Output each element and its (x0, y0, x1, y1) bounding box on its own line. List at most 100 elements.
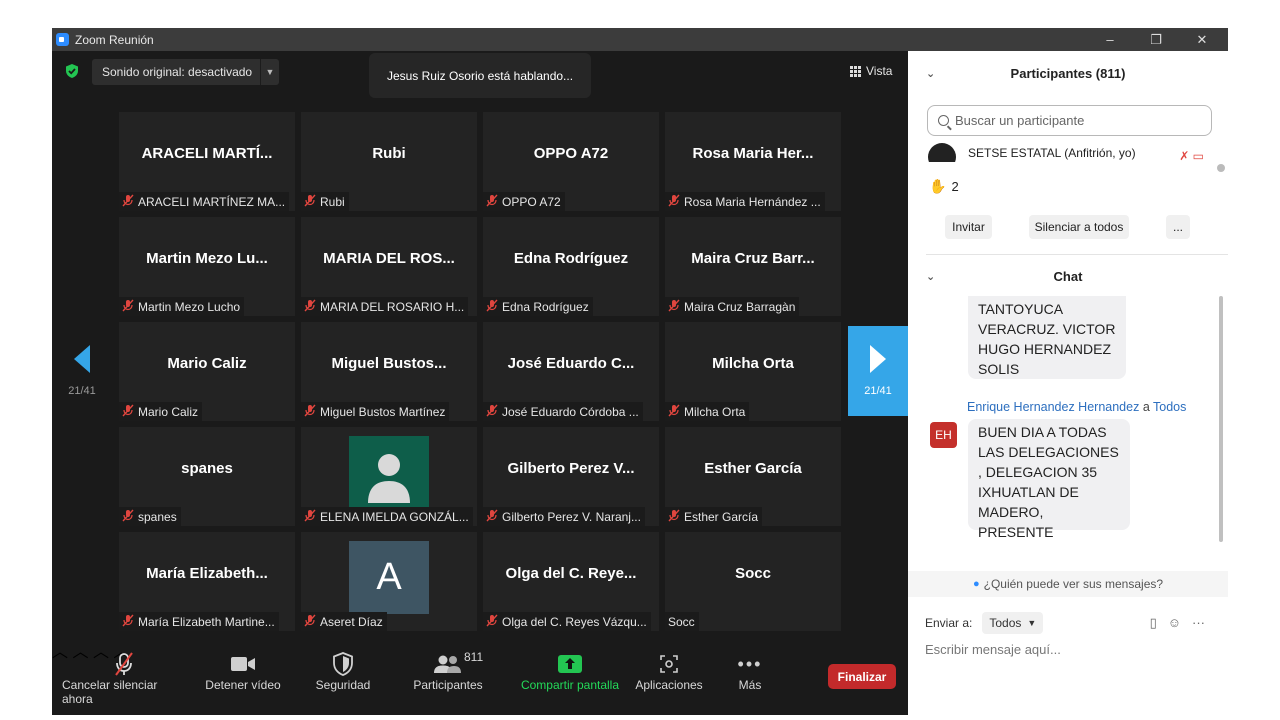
video-tile[interactable]: Esther García Esther García (665, 427, 841, 526)
unmute-label: Cancelar silenciar ahora (62, 678, 158, 706)
unmute-button[interactable]: Cancelar silenciar ahora (62, 650, 186, 706)
tile-display-name: Edna Rodríguez (513, 249, 629, 267)
chat-scrollbar[interactable] (1219, 296, 1223, 542)
chevron-down-icon[interactable]: ▼ (260, 59, 279, 85)
file-icon[interactable]: ▯ (1150, 615, 1157, 631)
next-page-button[interactable]: 21/41 (848, 326, 908, 416)
participants-count-badge: 811 (464, 650, 484, 664)
chat-sender-name[interactable]: Enrique Hernandez Hernandez (967, 400, 1139, 414)
security-shield-icon (332, 650, 354, 678)
view-label: Vista (866, 64, 893, 78)
raised-hands-indicator: ✋ 2 (929, 178, 959, 195)
view-button[interactable]: Vista (850, 64, 892, 78)
emoji-icon[interactable]: ☺ (1168, 615, 1181, 631)
video-tile[interactable]: Rubi Rubi (301, 112, 477, 211)
mic-muted-icon (668, 509, 680, 525)
security-button[interactable]: Seguridad (310, 650, 376, 692)
tile-caption-text: Rubi (320, 194, 345, 209)
apps-button[interactable]: Aplicaciones (632, 650, 706, 692)
mic-muted-icon (486, 404, 498, 420)
tile-caption-text: Mario Caliz (138, 404, 199, 419)
tile-name-caption: ARACELI MARTÍNEZ MA... (119, 192, 290, 211)
arrow-left-icon (74, 345, 90, 373)
video-tile[interactable]: ARACELI MARTÍ... ARACELI MARTÍNEZ MA... (119, 112, 295, 211)
original-sound-toggle[interactable]: Sonido original: desactivado ▼ (92, 59, 279, 85)
video-tile[interactable]: Milcha Orta Milcha Orta (665, 322, 841, 421)
apps-icon (659, 650, 679, 678)
video-tile[interactable]: spanes spanes (119, 427, 295, 526)
video-tile[interactable]: Rosa Maria Her... Rosa Maria Hernández ..… (665, 112, 841, 211)
chat-recipient[interactable]: Todos (1153, 400, 1186, 414)
security-label: Seguridad (315, 678, 371, 692)
send-to-select[interactable]: Todos ▼ (982, 612, 1044, 634)
video-tile[interactable]: María Elizabeth... María Elizabeth Martin… (119, 532, 295, 631)
mic-muted-icon (122, 299, 134, 315)
video-tile[interactable]: Martin Mezo Lu... Martin Mezo Lucho (119, 217, 295, 316)
video-tile[interactable]: Socc Socc (665, 532, 841, 631)
video-tile[interactable]: Mario Caliz Mario Caliz (119, 322, 295, 421)
mic-muted-icon[interactable]: ✗ ▭ (1179, 149, 1204, 162)
participant-row-host[interactable]: SETSE ESTATAL (Anfitrión, yo) ✗ ▭ (928, 143, 1218, 162)
minimize-button[interactable]: – (1087, 28, 1133, 51)
send-to-row: Enviar a: Todos ▼ (925, 612, 1044, 634)
video-camera-icon (230, 650, 256, 678)
person-icon: ● (972, 578, 980, 590)
tile-display-name: MARIA DEL ROS... (323, 249, 455, 267)
chat-message-input[interactable]: Escribir mensaje aquí... (925, 642, 1061, 657)
who-can-see-messages-link[interactable]: ● ¿Quién puede ver sus mensajes? (908, 571, 1228, 597)
video-tile[interactable]: A Aseret Díaz (301, 532, 477, 631)
tile-name-caption: María Elizabeth Martine... (119, 612, 279, 631)
tile-caption-text: Olga del C. Reyes Vázqu... (502, 614, 647, 629)
video-tile[interactable]: MARIA DEL ROS... MARIA DEL ROSARIO H... (301, 217, 477, 316)
collapse-chevron-icon[interactable]: ⌄ (926, 270, 935, 283)
avatar: EH (930, 422, 957, 448)
stop-video-button[interactable]: Detener vídeo (204, 650, 282, 692)
invite-button[interactable]: Invitar (945, 215, 992, 239)
video-tile[interactable]: OPPO A72 OPPO A72 (483, 112, 659, 211)
more-button[interactable]: ••• Más (728, 650, 772, 693)
previous-page-button[interactable]: 21/41 (52, 326, 112, 416)
more-dots-icon[interactable]: ··· (1192, 615, 1205, 631)
chat-actions: ▯ ☺ ··· (1150, 615, 1205, 631)
collapse-chevron-icon[interactable]: ⌄ (926, 67, 935, 80)
tile-caption-text: Aseret Díaz (320, 614, 383, 629)
maximize-button[interactable]: ❐ (1133, 28, 1179, 51)
share-screen-button[interactable]: Compartir pantalla (518, 650, 622, 692)
participant-search-input[interactable]: Buscar un participante (927, 105, 1212, 136)
gallery-grid-icon (850, 65, 861, 77)
mute-all-button[interactable]: Silenciar a todos (1029, 215, 1129, 239)
video-tile[interactable]: Olga del C. Reye... Olga del C. Reyes Váz… (483, 532, 659, 631)
video-tile[interactable]: Miguel Bustos... Miguel Bustos Martínez (301, 322, 477, 421)
meeting-toolbar: Cancelar silenciar ahora ︿ Detener vídeo… (52, 638, 908, 715)
encryption-shield-icon[interactable] (64, 63, 80, 79)
mic-muted-icon (122, 194, 134, 210)
tile-display-name: Milcha Orta (712, 354, 794, 372)
chat-message-bubble: TANTOYUCA VERACRUZ. VICTOR HUGO HERNANDE… (968, 296, 1126, 379)
window-title: Zoom Reunión (75, 32, 154, 47)
share-screen-label: Compartir pantalla (520, 678, 620, 692)
participants-scroll-thumb[interactable] (1217, 164, 1225, 172)
video-tile[interactable]: José Eduardo C... José Eduardo Córdoba ..… (483, 322, 659, 421)
end-meeting-button[interactable]: Finalizar (828, 664, 896, 689)
tile-caption-text: Esther García (684, 509, 759, 524)
tile-display-name: OPPO A72 (533, 144, 609, 162)
next-page-indicator: 21/41 (864, 385, 892, 397)
video-tile[interactable]: Maira Cruz Barr... Maira Cruz Barragàn (665, 217, 841, 316)
video-tile[interactable]: Edna Rodríguez Edna Rodríguez (483, 217, 659, 316)
tile-name-caption: Gilberto Perez V. Naranj... (483, 507, 645, 526)
video-stage: Sonido original: desactivado ▼ Jesus Rui… (52, 51, 908, 715)
participants-more-button[interactable]: ... (1166, 215, 1190, 239)
mic-muted-icon (486, 299, 498, 315)
tile-name-caption: Olga del C. Reyes Vázqu... (483, 612, 651, 631)
chat-header: ⌄ Chat (908, 256, 1228, 296)
send-to-value: Todos (989, 616, 1022, 630)
tile-display-name: Socc (735, 564, 771, 582)
video-tile[interactable]: Gilberto Perez V... Gilberto Perez V. Nar… (483, 427, 659, 526)
tile-name-caption: ELENA IMELDA GONZÁL... (301, 507, 473, 526)
mic-muted-icon (304, 614, 316, 630)
stop-video-label: Detener vídeo (205, 678, 281, 692)
mic-muted-icon (122, 509, 134, 525)
tile-name-caption: Mario Caliz (119, 402, 203, 421)
close-button[interactable]: ✕ (1179, 28, 1225, 51)
video-tile[interactable]: ELENA IMELDA GONZÁL... (301, 427, 477, 526)
